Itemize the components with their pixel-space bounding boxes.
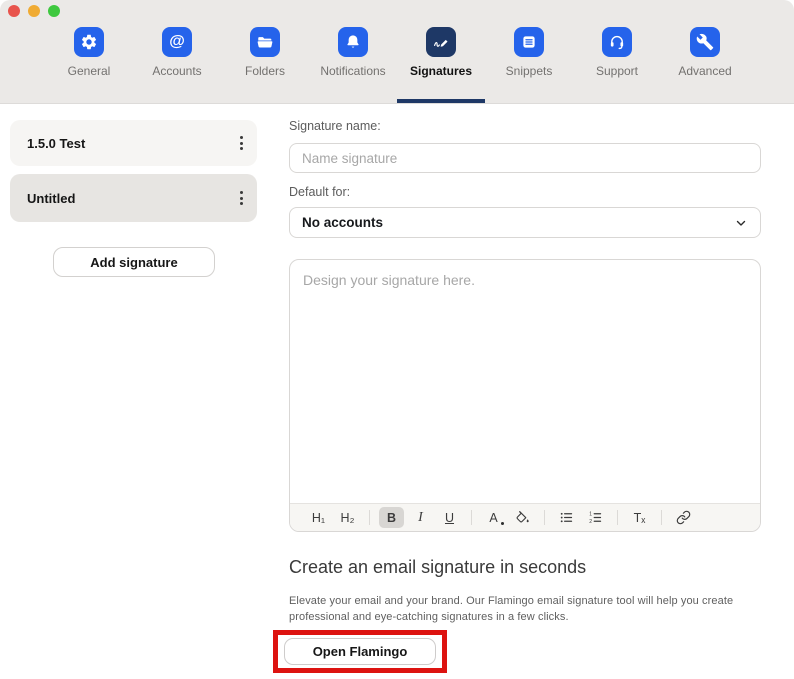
bell-icon (338, 27, 368, 57)
tab-accounts[interactable]: @ Accounts (137, 0, 217, 103)
folder-icon (250, 27, 280, 57)
list-unordered-icon[interactable] (554, 507, 579, 528)
heading1-button[interactable]: H₁ (306, 507, 331, 528)
tab-signatures[interactable]: Signatures (397, 0, 485, 103)
add-signature-button[interactable]: Add signature (53, 247, 215, 277)
tab-notifications[interactable]: Notifications (313, 0, 393, 103)
color-dot (500, 521, 504, 525)
tab-folders[interactable]: Folders (225, 0, 305, 103)
tab-label: Signatures (409, 64, 472, 78)
toolbar-divider (617, 510, 618, 525)
wrench-icon (690, 27, 720, 57)
signature-pen-icon (426, 27, 456, 57)
open-flamingo-button[interactable]: Open Flamingo (284, 638, 436, 665)
editor-toolbar: H₁ H₂ B I U A 12 Tₓ (290, 503, 760, 531)
heading2-button[interactable]: H₂ (335, 507, 360, 528)
tab-label: Accounts (152, 64, 202, 78)
tab-label: Support (595, 64, 639, 78)
signature-name-input[interactable] (289, 143, 761, 173)
promo-heading: Create an email signature in seconds (289, 557, 587, 577)
link-icon[interactable] (671, 507, 696, 528)
default-for-select[interactable]: No accounts (289, 207, 761, 238)
tab-label: Notifications (320, 64, 386, 78)
list-ordered-icon[interactable]: 12 (583, 507, 608, 528)
toolbar-divider (661, 510, 662, 525)
svg-text:1: 1 (589, 512, 592, 518)
snippets-icon (514, 27, 544, 57)
tab-bar: General @ Accounts Folders Notifications (0, 0, 794, 104)
tab-advanced[interactable]: Advanced (665, 0, 745, 103)
paint-bucket-icon[interactable] (510, 507, 535, 528)
toolbar-divider (471, 510, 472, 525)
preferences-window: General @ Accounts Folders Notifications (0, 0, 794, 679)
headset-icon (602, 27, 632, 57)
signature-name-label: Signature name: (289, 119, 381, 133)
underline-button[interactable]: U (437, 507, 462, 528)
at-icon: @ (162, 27, 192, 57)
tab-label: Advanced (678, 64, 732, 78)
signature-list-item-selected[interactable]: Untitled (10, 174, 257, 222)
tab-label: Snippets (505, 64, 553, 78)
signature-editor[interactable]: Design your signature here. H₁ H₂ B I U … (289, 259, 761, 532)
tab-support[interactable]: Support (577, 0, 657, 103)
tab-general[interactable]: General (49, 0, 129, 103)
text-color-button[interactable]: A (481, 507, 506, 528)
selected-value: No accounts (302, 215, 384, 230)
signature-name: Untitled (27, 190, 76, 206)
editor-placeholder: Design your signature here. (303, 272, 475, 288)
default-for-label: Default for: (289, 185, 351, 199)
gear-icon (74, 27, 104, 57)
tab-label: Folders (244, 64, 285, 78)
signature-list-item[interactable]: 1.5.0 Test (10, 120, 257, 166)
bold-button[interactable]: B (379, 507, 404, 528)
tab-snippets[interactable]: Snippets (489, 0, 569, 103)
chevron-down-icon (734, 216, 748, 230)
clear-formatting-button[interactable]: Tₓ (627, 507, 652, 528)
tab-label: General (67, 64, 111, 78)
svg-text:2: 2 (589, 519, 592, 525)
promo-description: Elevate your email and your brand. Our F… (289, 595, 734, 623)
kebab-menu-icon[interactable] (236, 187, 247, 209)
toolbar-divider (369, 510, 370, 525)
annotation-highlight-box: Open Flamingo (273, 630, 447, 673)
close-button[interactable] (8, 5, 20, 17)
signature-name: 1.5.0 Test (27, 135, 86, 151)
italic-button[interactable]: I (408, 507, 433, 528)
minimize-button[interactable] (28, 5, 40, 17)
kebab-menu-icon[interactable] (236, 132, 247, 154)
toolbar-divider (544, 510, 545, 525)
